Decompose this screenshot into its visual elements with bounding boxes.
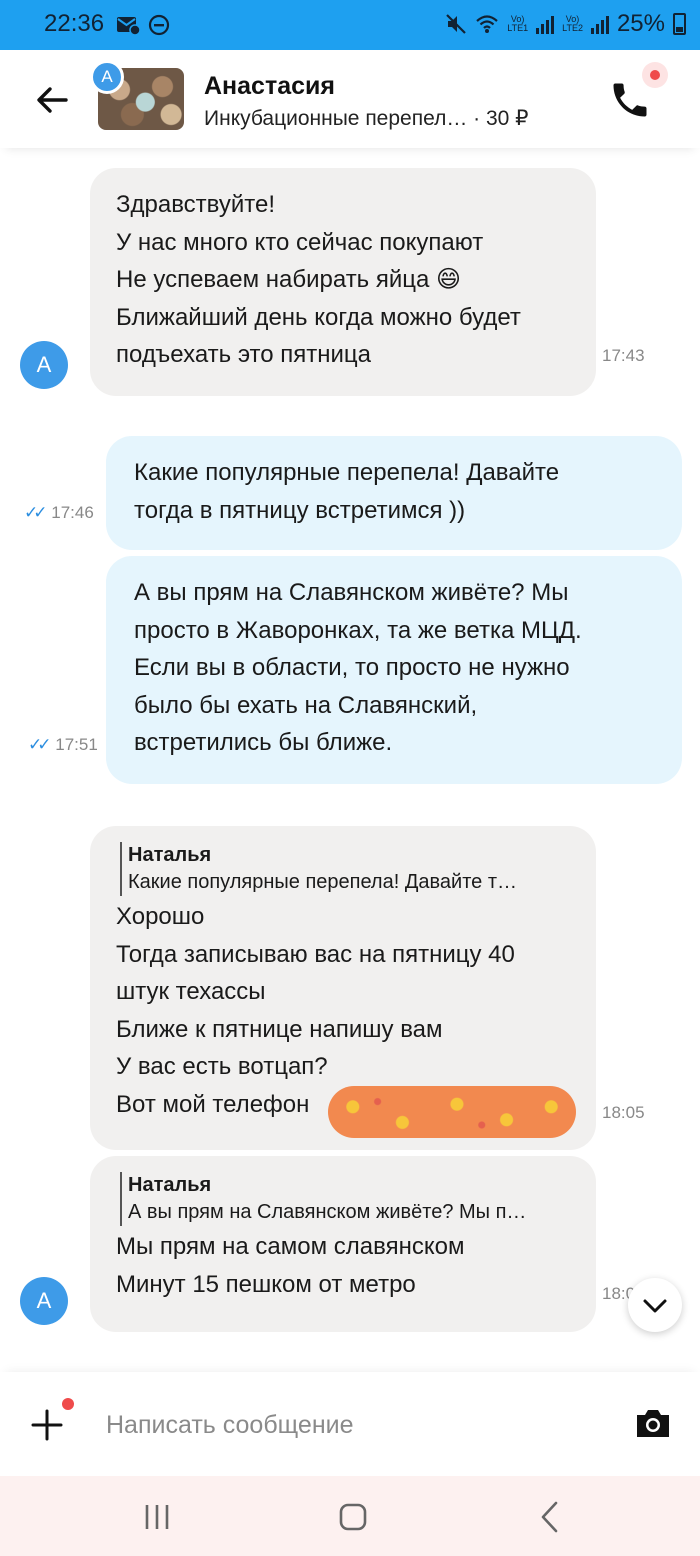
message-text-line: тогда в пятницу встретимся )) — [134, 496, 466, 524]
message-incoming[interactable]: Наталья А вы прям на Славянском живёте? … — [90, 1156, 596, 1332]
reply-quote[interactable]: Наталья А вы прям на Славянском живёте? … — [120, 1172, 570, 1226]
message-outgoing[interactable]: Какие популярные перепела! Давайте тогда… — [106, 436, 682, 550]
quote-text: Какие популярные перепела! Давайте т… — [128, 871, 517, 893]
message-text-line: просто в Жаворонках, та же ветка МЦД. — [134, 616, 582, 644]
status-left-icons — [116, 14, 170, 36]
message-time: 17:43 — [602, 346, 645, 365]
read-ticks-icon: ✓✓ — [24, 503, 47, 522]
message-time: ✓✓ 17:51 — [28, 735, 98, 754]
reply-quote[interactable]: Наталья Какие популярные перепела! Давай… — [120, 842, 570, 896]
avatar[interactable]: A — [20, 1277, 68, 1325]
status-time: 22:36 — [44, 10, 105, 37]
avatar: A — [90, 60, 124, 94]
message-time: 18:05 — [602, 1103, 645, 1122]
message-text-line: Минут 15 пешком от метро — [116, 1270, 416, 1298]
message-input[interactable] — [106, 1408, 606, 1442]
message-text-line: А вы прям на Славянском живёте? Мы — [134, 579, 569, 606]
contact-name[interactable]: Анастасия — [204, 72, 335, 101]
message-text-line: Если вы в области, то просто не нужно — [134, 654, 570, 681]
message-text-line: Не успеваем набирать яйца 😄 — [116, 266, 462, 293]
home-icon[interactable] — [338, 1502, 368, 1532]
plus-icon[interactable] — [30, 1408, 64, 1442]
message-text-line: штук техассы — [116, 978, 266, 1005]
status-right-icons: Vo) LTE1 Vo) LTE2 25% — [445, 10, 686, 38]
message-text-line: Мы прям на самом славянском — [116, 1233, 465, 1260]
camera-icon[interactable] — [634, 1406, 672, 1440]
dnd-icon — [148, 14, 170, 36]
mail-icon — [117, 17, 140, 36]
battery-icon — [673, 13, 686, 35]
message-text-line: Ближайший день когда можно будет — [116, 303, 521, 331]
status-bar: 22:36 Vo) LTE1 Vo) LTE2 25% — [0, 0, 700, 50]
read-ticks-icon: ✓✓ — [28, 735, 51, 754]
quote-author: Наталья — [128, 1174, 212, 1196]
wifi-icon — [476, 15, 499, 33]
message-text-line: У нас много кто сейчас покупают — [116, 228, 484, 256]
message-text-line: Тогда записываю вас на пятницу 40 — [116, 940, 515, 968]
message-text-line: встретились бы ближе. — [134, 729, 393, 756]
battery-percent: 25% — [616, 10, 665, 37]
quote-author: Наталья — [128, 844, 212, 866]
message-text-line: было бы ехать на Славянский, — [134, 691, 478, 719]
message-text-line: Хорошо — [116, 903, 205, 930]
system-nav-bar — [0, 1476, 700, 1556]
chat-header: A Анастасия Инкубационные перепел… · 30 … — [0, 50, 700, 148]
sim1-tag: Vo) LTE1 — [507, 14, 529, 33]
message-text-line: подъехать это пятница — [116, 341, 372, 368]
listing-title[interactable]: Инкубационные перепел… · 30 ₽ — [204, 106, 529, 131]
message-text-line: Ближе к пятнице напишу вам — [116, 1015, 443, 1043]
avatar[interactable]: A — [20, 341, 68, 389]
redacted-phone-number — [328, 1086, 576, 1138]
message-time: ✓✓ 17:46 — [24, 503, 94, 522]
scroll-to-bottom-button[interactable] — [628, 1278, 682, 1332]
message-text-line: У вас есть вотцап? — [116, 1053, 328, 1080]
recent-apps-icon[interactable] — [142, 1502, 172, 1532]
message-text-line: Какие популярные перепела! Давайте — [134, 459, 560, 486]
sim2-tag: Vo) LTE2 — [562, 14, 583, 33]
nav-back-icon[interactable] — [538, 1500, 562, 1534]
signal-sim2-icon — [590, 14, 609, 34]
mute-icon — [446, 14, 467, 34]
signal-sim1-icon — [536, 14, 555, 34]
quote-text: А вы прям на Славянском живёте? Мы п… — [128, 1201, 527, 1223]
message-incoming[interactable]: Здравствуйте! У нас много кто сейчас пок… — [90, 168, 596, 396]
message-outgoing[interactable]: А вы прям на Славянском живёте? Мы прост… — [106, 556, 682, 784]
message-composer — [0, 1372, 700, 1474]
back-arrow-icon[interactable] — [32, 80, 72, 120]
message-text-line: Здравствуйте! — [116, 191, 276, 218]
call-notification-dot — [642, 62, 668, 88]
attach-notification-dot — [62, 1398, 74, 1410]
chevron-down-icon — [643, 1299, 667, 1313]
